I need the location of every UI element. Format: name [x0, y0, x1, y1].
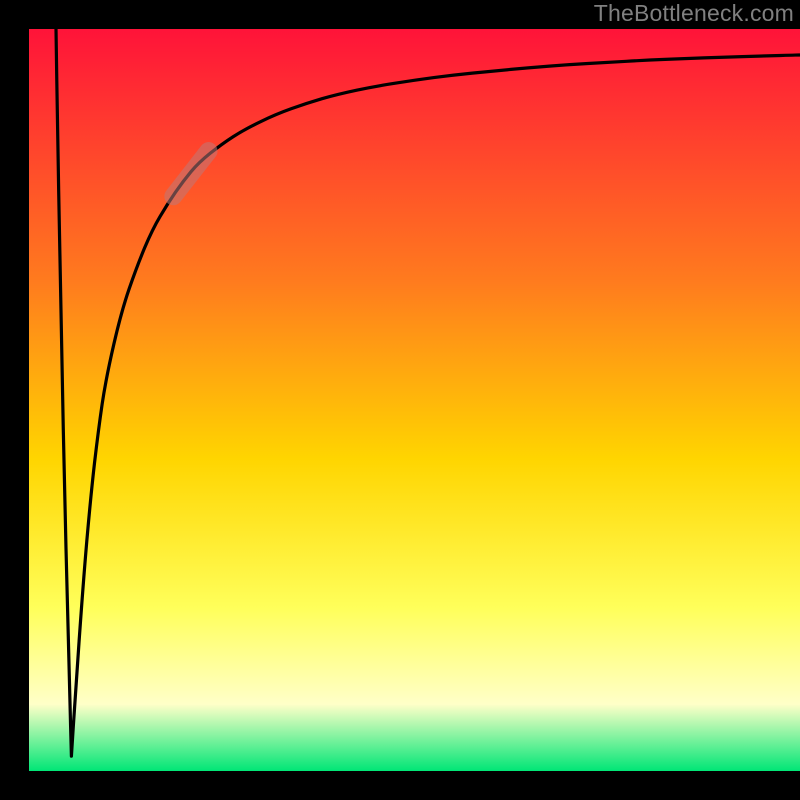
plot-area [29, 29, 800, 771]
chart-frame: TheBottleneck.com [0, 0, 800, 800]
chart-svg [29, 29, 800, 771]
watermark-text: TheBottleneck.com [594, 0, 794, 27]
gradient-background [29, 29, 800, 771]
